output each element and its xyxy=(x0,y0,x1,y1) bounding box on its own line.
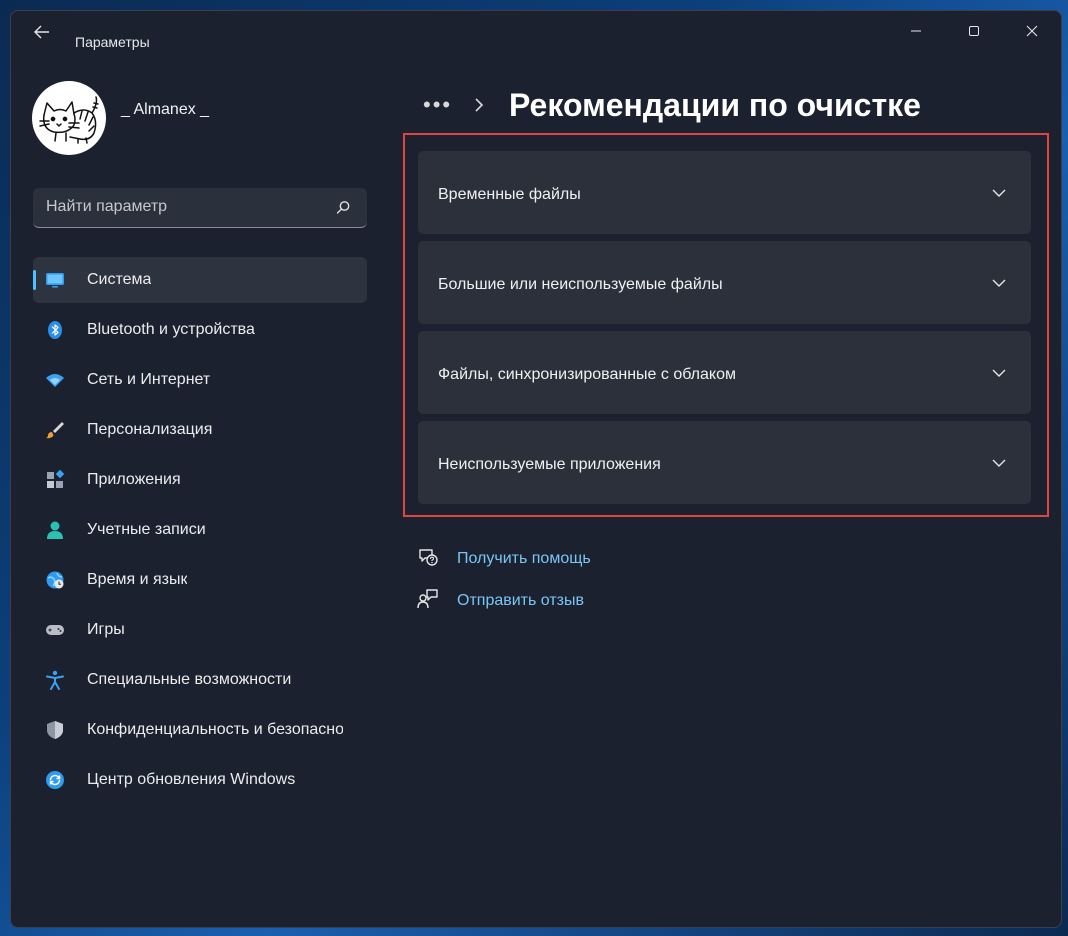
sidebar-item-label: Учетные записи xyxy=(87,521,206,538)
sidebar-item-network[interactable]: Сеть и Интернет xyxy=(33,357,367,403)
maximize-button[interactable] xyxy=(945,11,1003,51)
close-button[interactable] xyxy=(1003,11,1061,51)
breadcrumb-separator xyxy=(459,95,499,115)
sidebar-item-label: Время и язык xyxy=(87,571,188,588)
accessibility-icon xyxy=(46,670,64,690)
get-help-label[interactable]: Получить помощь xyxy=(457,550,591,568)
get-help-link[interactable]: Получить помощь xyxy=(417,544,677,586)
person-icon xyxy=(47,521,63,539)
sidebar-nav: Система Bluetooth и устройства Сеть и Ин… xyxy=(33,257,367,807)
sidebar-item-label: Специальные возможности xyxy=(87,671,292,688)
feedback-icon xyxy=(417,589,438,609)
globe-clock-icon xyxy=(46,571,64,589)
sidebar-item-label: Система xyxy=(87,271,152,288)
breadcrumb-more-button[interactable]: ••• xyxy=(423,94,459,116)
maximize-icon xyxy=(969,26,979,36)
cat-avatar-icon xyxy=(39,96,99,144)
send-feedback-link[interactable]: Отправить отзыв xyxy=(417,586,677,628)
chevron-down-icon[interactable] xyxy=(990,184,1008,202)
sidebar-item-system[interactable]: Система xyxy=(33,257,367,303)
search-icon[interactable] xyxy=(333,198,353,218)
shield-icon xyxy=(47,721,63,739)
section-unused-apps[interactable]: Неиспользуемые приложения xyxy=(418,421,1031,504)
help-links: Получить помощь Отправить отзыв xyxy=(417,544,677,628)
chevron-right-icon xyxy=(475,98,484,112)
active-indicator xyxy=(33,270,36,290)
avatar[interactable] xyxy=(32,81,106,155)
update-icon xyxy=(46,771,64,789)
sidebar-item-label: Конфиденциальность и безопасность xyxy=(87,721,343,738)
cleanup-sections: Временные файлы Большие или неиспользуем… xyxy=(418,151,1031,511)
back-arrow-icon xyxy=(34,25,49,39)
sidebar-item-label: Bluetooth и устройства xyxy=(87,321,255,338)
section-cloud-synced-files[interactable]: Файлы, синхронизированные с облаком xyxy=(418,331,1031,414)
section-label: Неиспользуемые приложения xyxy=(438,456,661,473)
sidebar-item-bluetooth[interactable]: Bluetooth и устройства xyxy=(33,307,367,353)
brush-icon xyxy=(46,422,64,439)
search-box xyxy=(33,188,367,228)
section-label: Файлы, синхронизированные с облаком xyxy=(438,366,736,383)
chevron-down-icon[interactable] xyxy=(990,274,1008,292)
sidebar-item-label: Игры xyxy=(87,621,125,638)
monitor-icon xyxy=(46,273,64,288)
back-button[interactable] xyxy=(25,21,59,43)
minimize-button[interactable] xyxy=(887,11,945,51)
user-name: _ Almanex _ xyxy=(121,101,210,118)
gamepad-icon xyxy=(46,625,64,635)
close-icon xyxy=(1026,25,1038,37)
settings-window: Параметры _ Almanex _ Найти параметр Сис… xyxy=(10,10,1062,928)
wifi-icon xyxy=(46,374,64,387)
section-temporary-files[interactable]: Временные файлы xyxy=(418,151,1031,234)
help-chat-icon xyxy=(419,549,438,566)
sidebar-item-label: Сеть и Интернет xyxy=(87,371,211,388)
section-label: Временные файлы xyxy=(438,186,581,203)
sidebar-item-windows-update[interactable]: Центр обновления Windows xyxy=(33,757,367,803)
sidebar-item-accessibility[interactable]: Специальные возможности xyxy=(33,657,367,703)
section-label: Большие или неиспользуемые файлы xyxy=(438,276,723,293)
send-feedback-label[interactable]: Отправить отзыв xyxy=(457,592,584,610)
sidebar-item-time-language[interactable]: Время и язык xyxy=(33,557,367,603)
sidebar-item-gaming[interactable]: Игры xyxy=(33,607,367,653)
title-bar: Параметры xyxy=(11,11,1061,51)
apps-icon xyxy=(47,470,65,488)
minimize-icon xyxy=(911,30,921,32)
chevron-down-icon[interactable] xyxy=(990,454,1008,472)
app-title: Параметры xyxy=(75,34,150,50)
sidebar-item-accounts[interactable]: Учетные записи xyxy=(33,507,367,553)
section-large-unused-files[interactable]: Большие или неиспользуемые файлы xyxy=(418,241,1031,324)
sidebar-item-label: Центр обновления Windows xyxy=(87,771,296,788)
sidebar-item-privacy[interactable]: Конфиденциальность и безопасность xyxy=(33,707,367,753)
breadcrumb: ••• Рекомендации по очистке xyxy=(423,85,921,125)
chevron-down-icon[interactable] xyxy=(990,364,1008,382)
sidebar-item-apps[interactable]: Приложения xyxy=(33,457,367,503)
page-title: Рекомендации по очистке xyxy=(509,86,921,123)
sidebar-item-label: Персонализация xyxy=(87,421,213,438)
bluetooth-icon xyxy=(48,321,62,339)
search-input[interactable] xyxy=(33,188,323,226)
sidebar-item-label: Приложения xyxy=(87,471,181,488)
sidebar-item-personalization[interactable]: Персонализация xyxy=(33,407,367,453)
